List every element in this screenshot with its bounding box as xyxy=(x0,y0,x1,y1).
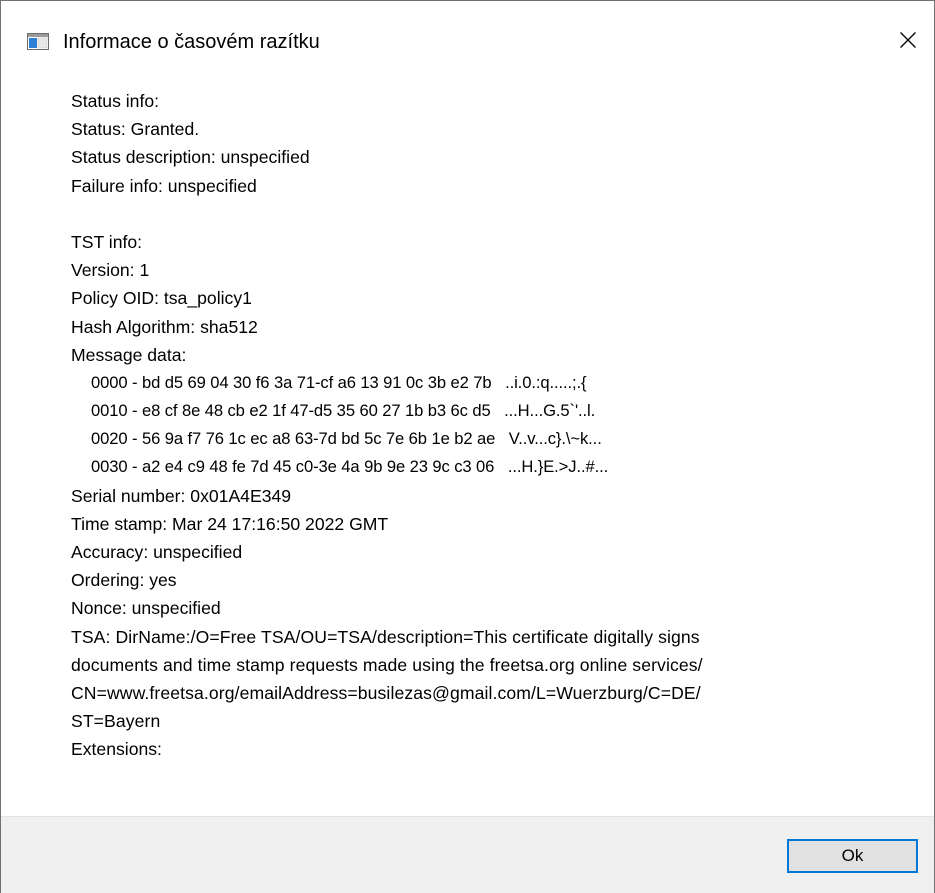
message-data-line: 0000 - bd d5 69 04 30 f6 3a 71-cf a6 13 … xyxy=(91,372,587,392)
ordering: Ordering: yes xyxy=(71,570,177,591)
message-data-line: 0010 - e8 cf 8e 48 cb e2 1f 47-d5 35 60 … xyxy=(91,401,596,421)
message-data-line: 0030 - a2 e4 c9 48 fe 7d 45 c0-3e 4a 9b … xyxy=(91,457,609,477)
title-bar[interactable]: Informace o časovém razítku xyxy=(1,1,934,87)
status-info-heading: Status info: xyxy=(71,91,160,111)
timestamp-info-dialog: Informace o časovém razítku Status info:… xyxy=(0,0,935,893)
close-icon xyxy=(899,31,917,54)
policy-oid: Policy OID: tsa_policy1 xyxy=(71,288,252,309)
failure-info: Failure info: unspecified xyxy=(71,175,257,196)
tst-info-heading: TST info: xyxy=(71,231,143,252)
tsa-line: ST=Bayern xyxy=(71,711,161,732)
extensions: Extensions: xyxy=(71,739,162,760)
message-data-line: 0020 - 56 9a f7 76 1c ec a8 63-7d bd 5c … xyxy=(91,429,602,449)
nonce: Nonce: unspecified xyxy=(71,598,221,619)
serial-number: Serial number: 0x01A4E349 xyxy=(71,485,292,506)
hash-algorithm: Hash Algorithm: sha512 xyxy=(71,316,258,337)
time-stamp: Time stamp: Mar 24 17:16:50 2022 GMT xyxy=(71,513,389,534)
window-app-icon xyxy=(27,33,49,50)
version: Version: 1 xyxy=(71,260,150,281)
message-data-heading: Message data: xyxy=(71,344,187,365)
tsa-line: CN=www.freetsa.org/emailAddress=busileza… xyxy=(71,682,701,703)
accuracy: Accuracy: unspecified xyxy=(71,542,243,562)
tsa-line: documents and time stamp requests made u… xyxy=(71,654,703,675)
close-button[interactable] xyxy=(891,25,925,59)
ok-button[interactable]: Ok xyxy=(787,839,918,873)
status-value: Status: Granted. xyxy=(71,119,200,140)
dialog-footer: Ok xyxy=(1,816,934,893)
timestamp-info-text: Status info: Status: Granted. Status des… xyxy=(71,87,911,764)
tsa-line: TSA: DirName:/O=Free TSA/OU=TSA/descript… xyxy=(71,626,700,647)
status-description: Status description: unspecified xyxy=(71,147,310,168)
window-title: Informace o časovém razítku xyxy=(63,31,320,53)
